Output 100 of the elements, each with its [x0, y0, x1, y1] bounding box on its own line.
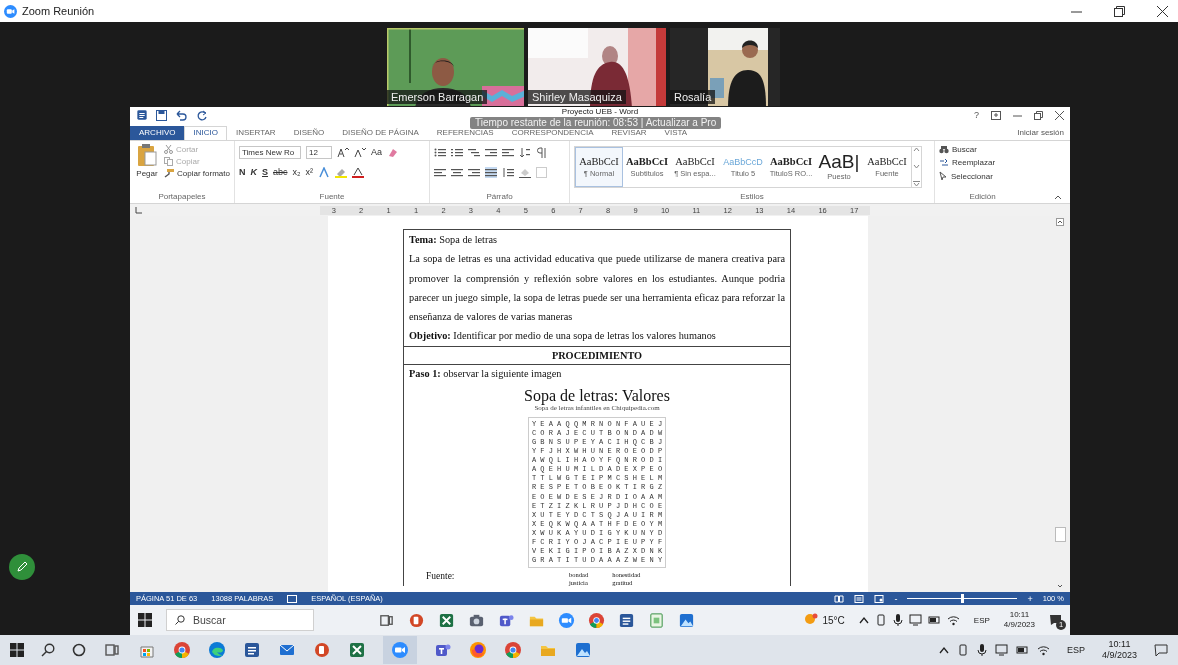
grow-font-icon[interactable]	[337, 146, 349, 158]
more-icon[interactable]	[913, 181, 920, 187]
ribbon-tab[interactable]: DISEÑO DE PÁGINA	[333, 126, 428, 140]
search-field[interactable]: Buscar	[166, 609, 314, 631]
sign-in-link[interactable]: Iniciar sesión	[1017, 125, 1070, 140]
zoom-out-button[interactable]: -	[894, 593, 898, 604]
format-button[interactable]: S	[262, 167, 268, 177]
start-icon[interactable]	[138, 613, 152, 627]
scrollbar-thumb[interactable]	[1054, 526, 1066, 542]
annotate-button[interactable]	[9, 554, 35, 580]
change-case-button[interactable]: Aa	[371, 147, 382, 157]
paragraph-mark-icon[interactable]	[536, 146, 548, 158]
display-icon[interactable]	[994, 644, 1008, 656]
notifications-icon[interactable]	[1154, 643, 1168, 657]
ribbon-tab[interactable]: INICIO	[184, 126, 227, 140]
redo-icon[interactable]	[197, 109, 208, 121]
increase-indent-icon[interactable]	[502, 146, 514, 158]
zoom-in-button[interactable]: +	[1027, 593, 1033, 604]
scroll-up-icon[interactable]	[913, 147, 920, 152]
browser-icon[interactable]	[208, 641, 226, 659]
clear-format-icon[interactable]	[387, 146, 399, 158]
document-app-icon[interactable]	[618, 611, 635, 629]
proofing-icon[interactable]	[287, 594, 298, 603]
input-language[interactable]: ESP	[973, 615, 990, 625]
scroll-down-icon[interactable]	[913, 164, 920, 169]
start-icon[interactable]	[10, 643, 24, 657]
line-spacing-icon[interactable]	[502, 166, 514, 178]
chevron-up-icon[interactable]	[938, 646, 949, 654]
input-language[interactable]: ESP	[1066, 645, 1085, 655]
battery-icon[interactable]	[927, 614, 941, 626]
file-tab[interactable]: ARCHIVO	[130, 126, 185, 140]
meeting-time-toast[interactable]: Tiempo restante de la reunión: 08:53 | Actualizar a Pro	[470, 117, 722, 129]
collapse-ribbon-icon[interactable]	[1054, 195, 1062, 200]
font-color-icon[interactable]	[352, 166, 365, 178]
browser-icon[interactable]	[173, 641, 191, 659]
format-button[interactable]: abc	[273, 167, 288, 177]
clock[interactable]: 10:11 4/9/2023	[1101, 639, 1137, 661]
format-button[interactable]: x₂	[292, 167, 301, 177]
font-name-field[interactable]: Times New Ro	[239, 145, 301, 159]
ribbon-tab[interactable]: REFERENCIAS	[427, 126, 503, 140]
photos-app-icon[interactable]	[678, 611, 695, 629]
browser-icon[interactable]	[469, 641, 487, 659]
restore-icon[interactable]	[1034, 110, 1043, 120]
spreadsheet-app-icon[interactable]	[438, 611, 455, 629]
ribbon-tab[interactable]: INSERTAR	[226, 126, 285, 140]
document-app-icon[interactable]	[243, 641, 261, 659]
find-button[interactable]: Buscar	[939, 145, 1026, 154]
slides-app-icon[interactable]	[408, 611, 425, 629]
text-effects-icon[interactable]	[318, 166, 331, 178]
shading-icon[interactable]	[519, 166, 531, 178]
close-icon[interactable]	[1055, 110, 1064, 120]
circle-icon[interactable]	[72, 643, 86, 657]
device-icon[interactable]	[874, 614, 887, 626]
battery-icon[interactable]	[1015, 644, 1029, 656]
video-app-icon[interactable]	[558, 611, 575, 629]
wifi-icon[interactable]	[946, 614, 960, 626]
bullets-icon[interactable]	[434, 146, 446, 158]
print-layout-icon[interactable]	[854, 594, 865, 603]
scroll-up-icon[interactable]	[1056, 218, 1064, 226]
format-button[interactable]: K	[250, 167, 257, 177]
ribbon-tab[interactable]: REVISAR	[602, 126, 656, 140]
align-left-icon[interactable]	[434, 166, 446, 178]
restore-icon[interactable]	[1114, 5, 1125, 17]
video-app-icon[interactable]	[391, 641, 409, 659]
paste-button[interactable]: Pegar	[134, 143, 160, 192]
document-app-icon[interactable]	[136, 109, 148, 121]
display-icon[interactable]	[908, 614, 922, 626]
browser-icon[interactable]	[504, 641, 522, 659]
scroll-down-icon[interactable]	[1056, 582, 1064, 590]
ribbon-options-icon[interactable]	[991, 110, 1001, 120]
format-painter-button[interactable]: Copiar formato	[164, 169, 230, 178]
multilevel-list-icon[interactable]	[468, 146, 480, 158]
sort-icon[interactable]	[519, 146, 531, 158]
chevron-up-icon[interactable]	[858, 616, 869, 624]
ribbon-tab[interactable]: CORRESPONDENCIA	[502, 126, 603, 140]
device-icon[interactable]	[956, 644, 969, 656]
align-center-icon[interactable]	[451, 166, 463, 178]
justify-icon[interactable]	[485, 166, 497, 178]
task-view-icon[interactable]	[103, 641, 121, 659]
replace-button[interactable]: Reemplazar	[939, 158, 1026, 167]
read-mode-icon[interactable]	[834, 594, 845, 603]
spreadsheet-app-icon[interactable]	[348, 641, 366, 659]
numbering-icon[interactable]	[451, 146, 463, 158]
slides-app-icon[interactable]	[313, 641, 331, 659]
close-icon[interactable]	[1157, 5, 1168, 17]
ribbon-tab[interactable]: DISEÑO	[284, 126, 334, 140]
select-button[interactable]: Seleccionar	[939, 171, 1026, 181]
search-icon[interactable]	[41, 643, 55, 657]
ribbon-tab[interactable]: VISTA	[655, 126, 697, 140]
weather-icon[interactable]	[802, 613, 819, 627]
microphone-icon[interactable]	[892, 614, 903, 626]
help-button[interactable]: ?	[974, 110, 979, 120]
format-button[interactable]: x²	[305, 167, 314, 177]
decrease-indent-icon[interactable]	[485, 146, 497, 158]
web-layout-icon[interactable]	[874, 594, 885, 603]
photos-app-icon[interactable]	[574, 641, 592, 659]
microphone-icon[interactable]	[976, 644, 987, 656]
browser-icon[interactable]	[588, 611, 605, 629]
save-icon[interactable]	[156, 109, 167, 121]
font-size-field[interactable]: 12	[306, 145, 332, 159]
